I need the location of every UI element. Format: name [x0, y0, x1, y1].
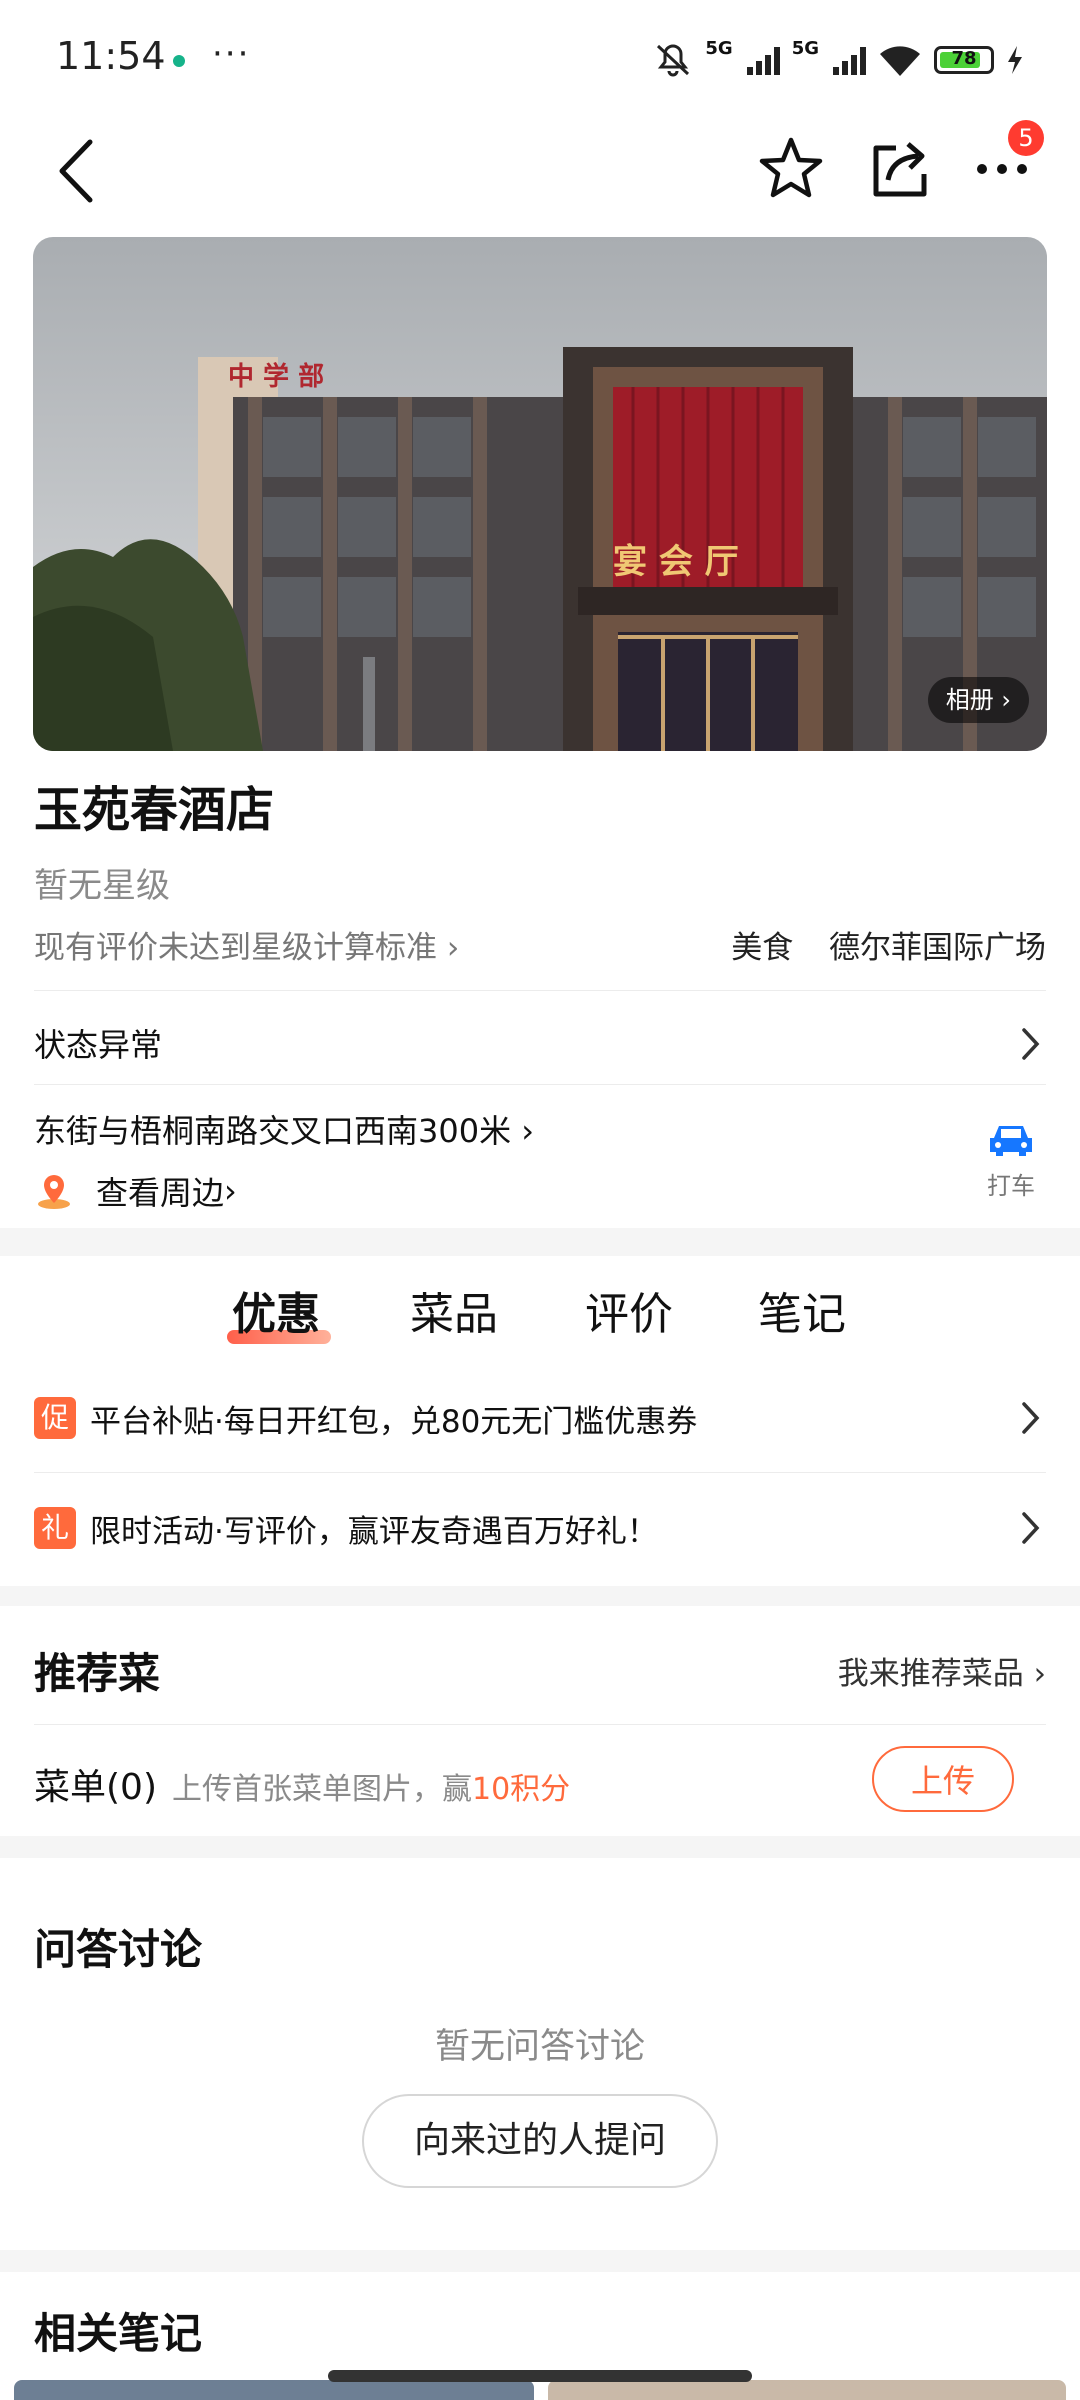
chevron-right-icon: ›	[511, 1112, 535, 1150]
building-photo-image: 中 学 部 宴 会 厅	[33, 237, 1047, 751]
chevron-right-icon	[1022, 1512, 1040, 1544]
promo-tag: 促	[34, 1397, 76, 1439]
menu-hint: 上传首张菜单图片，赢10积分	[172, 1764, 570, 1808]
car-icon	[990, 1126, 1032, 1156]
chevron-right-icon: ›	[437, 930, 460, 966]
status-time: 11:54	[56, 34, 166, 78]
divider	[34, 990, 1046, 991]
area-text: 德尔菲国际广场	[829, 930, 1046, 966]
promo-item[interactable]: 促 平台补贴·每日开红包，兑80元无门槛优惠券	[34, 1396, 1046, 1440]
signal-2-icon	[833, 45, 866, 75]
chevron-right-icon	[1022, 1028, 1040, 1060]
chevron-right-icon: ›	[1023, 1656, 1046, 1692]
category-text: 美食	[731, 930, 794, 966]
recommend-dish-link[interactable]: 我来推荐菜品 ›	[838, 1648, 1046, 1693]
nearby-text: 查看周边	[96, 1174, 225, 1212]
tab-discount[interactable]: 优惠	[232, 1278, 320, 1342]
promo-item[interactable]: 礼 限时活动·写评价，赢评友奇遇百万好礼！	[34, 1506, 1046, 1550]
shop-name: 玉苑春酒店	[34, 782, 275, 838]
tab-reviews[interactable]: 评价	[585, 1278, 673, 1342]
status-text: 状态异常	[34, 1026, 163, 1064]
promo-tag: 礼	[34, 1507, 76, 1549]
status-bar: 11:54 ··· 5G 5G 78	[0, 0, 1080, 110]
divider	[34, 1724, 1046, 1725]
divider	[34, 1084, 1046, 1085]
album-button[interactable]: 相册 ›	[927, 677, 1029, 723]
tab-dishes[interactable]: 菜品	[410, 1278, 498, 1342]
battery-level: 78	[951, 48, 977, 69]
notes-title: 相关笔记	[34, 2309, 203, 2358]
share-icon[interactable]	[866, 134, 936, 204]
chevron-right-icon: ›	[224, 1172, 237, 1210]
shop-photo[interactable]: 中 学 部 宴 会 厅 相册 ›	[33, 237, 1047, 751]
svg-text:中 学 部: 中 学 部	[228, 361, 324, 392]
menu-label: 菜单(0)	[34, 1767, 157, 1808]
charging-icon	[1008, 46, 1022, 74]
svg-text:宴 会 厅: 宴 会 厅	[613, 542, 739, 582]
album-label: 相册	[945, 686, 994, 714]
note-thumbnail[interactable]	[548, 2380, 1066, 2400]
rating-note-text: 现有评价未达到星级计算标准	[34, 930, 437, 966]
status-icons: 5G 5G 78	[653, 38, 1024, 82]
address-link[interactable]: 东街与梧桐南路交叉口西南300米 ›	[34, 1106, 534, 1152]
address-text: 东街与梧桐南路交叉口西南300米	[34, 1112, 512, 1150]
divider	[34, 1472, 1046, 1473]
nearby-link[interactable]: 查看周边 ›	[34, 1168, 237, 1214]
back-arrow-icon[interactable]	[52, 136, 102, 206]
network-type-2: 5G	[791, 38, 819, 59]
tab-notes[interactable]: 笔记	[758, 1278, 846, 1342]
qa-title: 问答讨论	[34, 1925, 203, 1974]
more-notifications-icon: ···	[212, 34, 251, 74]
chevron-right-icon	[1022, 1402, 1040, 1434]
upload-button[interactable]: 上传	[872, 1746, 1014, 1812]
mute-icon	[657, 44, 690, 77]
taxi-button[interactable]: 打车	[976, 1120, 1046, 1201]
notification-dot-icon	[173, 55, 185, 67]
battery-icon: 78	[934, 46, 994, 74]
recommend-link-text: 我来推荐菜品	[837, 1656, 1024, 1692]
more-options-icon[interactable]	[974, 154, 1030, 184]
recommend-title: 推荐菜	[34, 1649, 161, 1698]
taxi-label: 打车	[987, 1172, 1035, 1200]
home-indicator[interactable]	[328, 2370, 752, 2382]
network-type-1: 5G	[705, 38, 733, 59]
qa-empty-text: 暂无问答讨论	[434, 2027, 645, 2067]
location-pin-icon	[38, 1175, 70, 1209]
promo-text: 限时活动·写评价，赢评友奇遇百万好礼！	[90, 1513, 658, 1550]
rating-note-link[interactable]: 现有评价未达到星级计算标准 ›	[34, 922, 459, 967]
chevron-right-icon: ›	[993, 686, 1011, 714]
signal-1-icon	[746, 45, 780, 75]
wifi-icon	[880, 46, 920, 76]
notification-count-badge: 5	[1008, 120, 1044, 156]
note-thumbnail[interactable]	[14, 2380, 534, 2400]
promo-text: 平台补贴·每日开红包，兑80元无门槛优惠券	[90, 1403, 698, 1440]
category-area[interactable]: 美食 德尔菲国际广场	[731, 922, 1046, 967]
menu-reward: 10积分	[472, 1772, 571, 1807]
ask-question-button[interactable]: 向来过的人提问	[362, 2094, 718, 2188]
star-level: 暂无星级	[34, 866, 170, 906]
menu-hint-text: 上传首张菜单图片，赢	[172, 1772, 472, 1807]
top-nav-bar	[0, 110, 1080, 230]
favorite-star-icon[interactable]	[756, 134, 826, 204]
status-row[interactable]: 状态异常	[34, 1016, 1046, 1076]
